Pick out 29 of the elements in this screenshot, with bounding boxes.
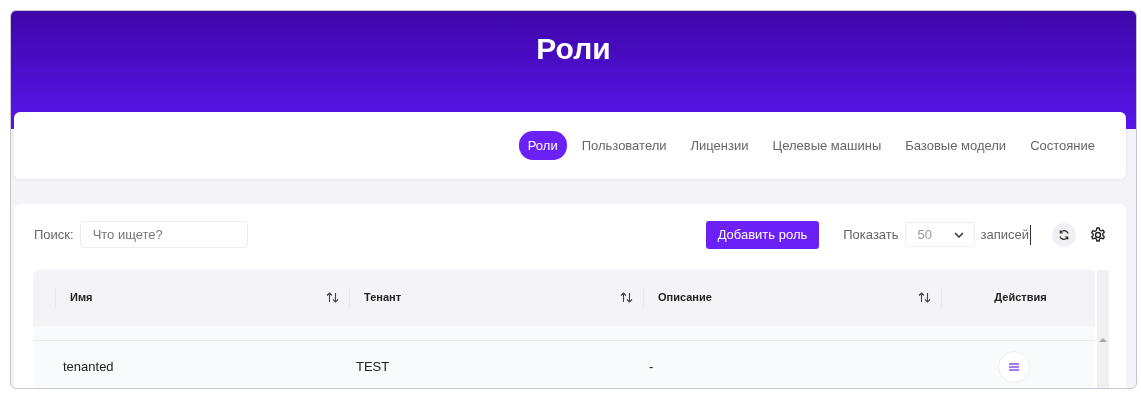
scrollbar[interactable]	[1097, 269, 1109, 388]
actions-menu-button[interactable]	[998, 350, 1030, 383]
add-role-button[interactable]: Добавить роль	[705, 221, 820, 249]
chevron-down-icon	[953, 231, 964, 238]
column-header[interactable]: Описание	[658, 289, 712, 306]
column-header[interactable]: Действия	[994, 289, 1047, 306]
table-cell: -	[649, 358, 654, 374]
sort-icon[interactable]	[918, 292, 931, 303]
nav-tab[interactable]: Пользователи	[572, 130, 676, 161]
settings-icon[interactable]	[1090, 226, 1106, 243]
records-label: записей	[980, 225, 1031, 245]
menu-icon	[1009, 362, 1019, 371]
refresh-icon	[1058, 228, 1070, 241]
nav-tab[interactable]: Базовые модели	[896, 130, 1016, 161]
search-field[interactable]: Что ищете?	[79, 221, 248, 249]
sort-icon[interactable]	[620, 292, 633, 303]
show-label: Показать	[843, 226, 899, 244]
table-cell: TEST	[356, 358, 390, 374]
page-title: Роли	[536, 31, 611, 67]
nav-tab[interactable]: Роли	[518, 130, 567, 161]
sort-icon[interactable]	[326, 292, 339, 303]
refresh-button[interactable]	[1052, 222, 1076, 247]
search-label: Поиск:	[34, 226, 74, 244]
column-header[interactable]: Имя	[70, 289, 93, 306]
table-cell: tenanted	[63, 358, 114, 374]
column-header[interactable]: Тенант	[364, 289, 402, 306]
nav-tab[interactable]: Лицензии	[681, 130, 758, 161]
nav-tab[interactable]: Целевые машины	[763, 130, 891, 161]
nav-tab[interactable]: Состояние	[1021, 130, 1104, 161]
